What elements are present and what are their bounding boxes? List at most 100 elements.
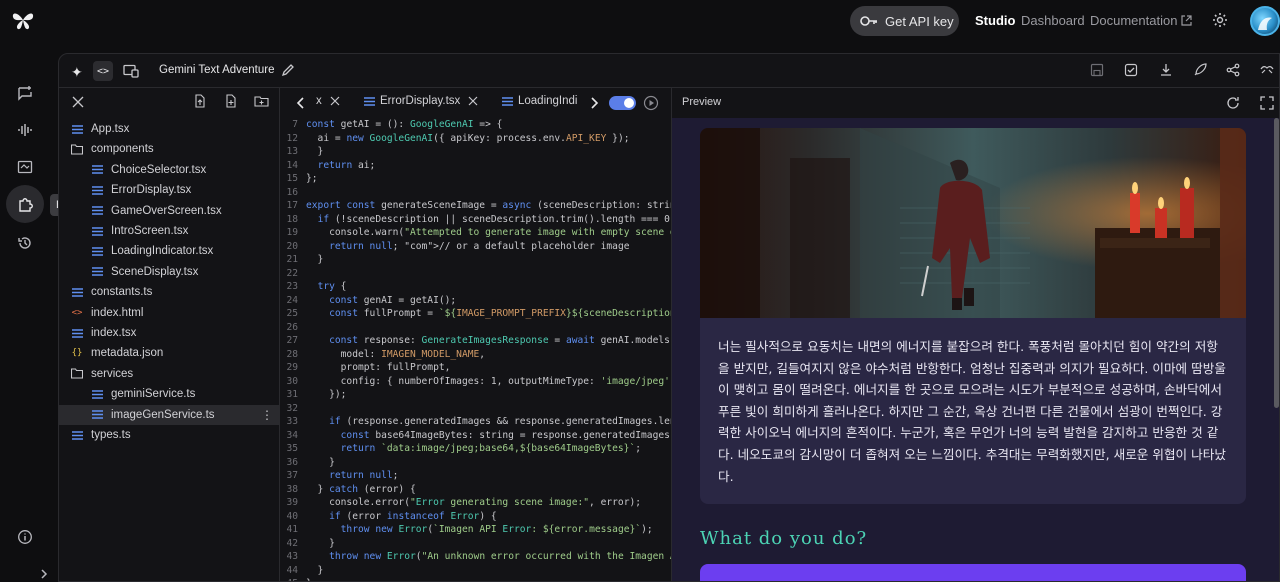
share-icon[interactable] <box>1226 63 1240 77</box>
line-source: const genAI = getAI(); <box>329 294 457 306</box>
line-number: 33 <box>286 416 298 427</box>
nav-dashboard[interactable]: Dashboard <box>1021 13 1085 28</box>
line-source: throw new Error("An unknown error occurr… <box>329 551 672 562</box>
folder-item[interactable]: components <box>59 139 279 159</box>
settings-gear-icon[interactable] <box>1212 12 1228 28</box>
app-logo-icon[interactable] <box>10 8 36 32</box>
code-line: 44 } <box>280 564 671 578</box>
get-api-key-button[interactable]: Get API key <box>850 6 959 36</box>
sparkle-icon[interactable]: ✦ <box>71 64 83 81</box>
new-file-icon[interactable] <box>224 94 238 108</box>
line-source: } catch (error) { <box>306 483 416 495</box>
line-number: 12 <box>286 132 298 144</box>
tab-close-icon[interactable] <box>468 96 478 106</box>
file-item[interactable]: SceneDisplay.tsx <box>59 262 279 282</box>
line-source: return `data:image/jpeg;base64,${base64I… <box>340 443 642 454</box>
upload-file-icon[interactable] <box>193 94 207 108</box>
line-number: 21 <box>286 254 298 265</box>
file-item[interactable]: IntroScreen.tsx <box>59 221 279 241</box>
checkpoint-icon[interactable] <box>1124 63 1138 77</box>
new-chat-icon[interactable] <box>10 78 40 108</box>
file-item[interactable]: {} metadata.json <box>59 343 279 363</box>
file-tree-label: LoadingIndicator.tsx <box>111 245 214 258</box>
save-icon[interactable] <box>1090 63 1104 77</box>
file-item[interactable]: App.tsx <box>59 119 279 139</box>
line-number: 25 <box>286 308 298 319</box>
line-number: 27 <box>286 335 298 346</box>
line-source: } <box>306 537 335 549</box>
info-icon[interactable] <box>10 522 40 552</box>
download-icon[interactable] <box>1159 63 1173 77</box>
line-source: model: IMAGEN_MODEL_NAME, <box>306 348 486 360</box>
build-puzzle-icon[interactable] <box>6 185 44 223</box>
new-folder-icon[interactable] <box>254 94 269 108</box>
line-number: 39 <box>286 497 298 508</box>
file-item[interactable]: geminiService.ts <box>59 384 279 404</box>
file-item[interactable]: constants.ts <box>59 282 279 302</box>
file-tree-label: App.tsx <box>91 123 130 135</box>
file-item[interactable]: types.ts <box>59 425 279 445</box>
chevron-right-icon[interactable] <box>36 566 52 582</box>
stream-audio-icon[interactable] <box>10 115 40 145</box>
line-number: 24 <box>286 294 298 306</box>
editor-tab[interactable]: LoadingIndi <box>502 95 577 107</box>
line-source: const getAI = (): GoogleGenAI => { <box>306 119 503 130</box>
code-line: 24 const genAI = getAI(); <box>280 294 671 308</box>
play-icon[interactable] <box>643 95 659 111</box>
nav-studio[interactable]: Studio <box>975 13 1015 28</box>
project-title[interactable]: Gemini Text Adventure <box>159 64 275 76</box>
line-number: 19 <box>286 227 298 238</box>
line-number: 41 <box>286 524 298 535</box>
github-icon[interactable] <box>1259 63 1275 77</box>
file-item[interactable]: ChoiceSelector.tsx <box>59 160 279 180</box>
line-source: if (error instanceof Error) { <box>329 510 497 522</box>
code-line: 20 return null; "com">// or a default pl… <box>280 240 671 254</box>
editor-tab[interactable]: x <box>316 95 340 107</box>
key-icon <box>860 16 877 26</box>
code-content[interactable]: 7 const getAI = (): GoogleGenAI => {12 ai… <box>280 118 672 581</box>
editor-tab[interactable]: ErrorDisplay.tsx <box>364 95 478 107</box>
chevron-right-icon[interactable] <box>589 97 599 109</box>
line-number: 34 <box>286 429 298 441</box>
code-view-icon[interactable]: <> <box>93 61 113 81</box>
workspace-toolbar: ✦ <> Gemini Text Adventure <box>59 54 1279 88</box>
media-gallery-icon[interactable] <box>10 152 40 182</box>
ts-file-icon <box>91 164 103 176</box>
nav-documentation[interactable]: Documentation <box>1090 13 1193 28</box>
code-line: 33 if (response.generatedImages && respo… <box>280 415 671 429</box>
file-item[interactable]: index.tsx <box>59 323 279 343</box>
code-line: 30 config: { numberOfImages: 1, outputMi… <box>280 375 671 389</box>
file-item[interactable]: <> index.html <box>59 303 279 323</box>
file-item[interactable]: imageGenService.ts ⋮ <box>59 404 279 425</box>
file-item[interactable]: ErrorDisplay.tsx <box>59 180 279 200</box>
code-line: 21 } <box>280 253 671 267</box>
more-options-icon[interactable]: ⋮ <box>261 408 273 422</box>
history-icon[interactable] <box>10 228 40 258</box>
code-line: 18 if (!sceneDescription || sceneDescrip… <box>280 213 671 227</box>
folder-item[interactable]: services <box>59 364 279 384</box>
line-number: 29 <box>286 362 298 373</box>
edit-pencil-icon[interactable] <box>281 63 295 77</box>
choice-button[interactable] <box>700 564 1246 581</box>
close-icon[interactable] <box>72 96 84 108</box>
autosave-toggle[interactable] <box>609 96 636 110</box>
html-file-icon: <> <box>71 307 83 318</box>
preview-view-icon[interactable] <box>121 61 141 81</box>
refresh-icon[interactable] <box>1226 96 1240 110</box>
chevron-left-icon[interactable] <box>296 97 306 109</box>
deploy-rocket-icon[interactable] <box>1193 63 1207 77</box>
tab-close-icon[interactable] <box>330 96 340 106</box>
line-source: const response: GenerateImagesResponse =… <box>329 335 671 346</box>
line-number: 42 <box>286 537 298 549</box>
code-line: 31 }); <box>280 388 671 402</box>
file-item[interactable]: LoadingIndicator.tsx <box>59 241 279 261</box>
line-number: 32 <box>286 402 298 414</box>
user-avatar[interactable] <box>1250 6 1280 36</box>
tsx-file-icon <box>364 96 375 106</box>
line-source: ai = new GoogleGenAI({ apiKey: process.e… <box>306 132 630 144</box>
fullscreen-icon[interactable] <box>1260 96 1274 110</box>
preview-scrollbar[interactable] <box>1274 118 1279 408</box>
code-line: 17 export const generateSceneImage = asyn… <box>280 199 671 213</box>
file-item[interactable]: GameOverScreen.tsx <box>59 201 279 221</box>
line-source: return null; "com">// or a default place… <box>329 240 630 252</box>
